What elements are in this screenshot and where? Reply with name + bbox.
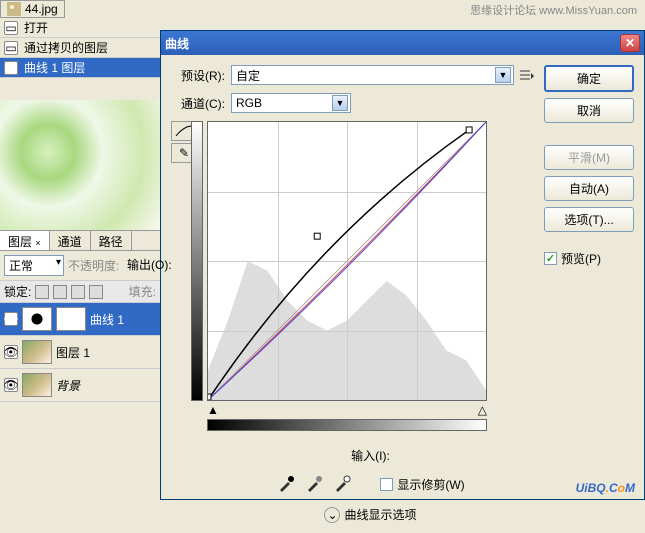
preset-select[interactable]: 自定▼ xyxy=(231,65,514,85)
layer-item[interactable]: 👁 图层 1 xyxy=(0,336,160,369)
layer-item[interactable]: 👁 曲线 1 xyxy=(0,303,160,336)
step-icon: ▭ xyxy=(4,61,18,75)
show-clipping-label: 显示修剪(W) xyxy=(397,476,464,493)
dialog-title: 曲线 xyxy=(165,35,189,52)
chevron-down-icon: ▼ xyxy=(495,67,511,83)
opacity-label: 不透明度: xyxy=(68,257,119,274)
watermark-logo: UiBQ.CoM xyxy=(576,475,635,498)
preview-label: 预览(P) xyxy=(561,250,601,267)
blend-mode-select[interactable]: 正常 xyxy=(4,255,64,276)
dialog-titlebar[interactable]: 曲线 ✕ xyxy=(161,31,644,55)
image-thumb-icon xyxy=(7,2,21,16)
layer-thumb xyxy=(22,340,52,364)
tab-paths[interactable]: 路径 xyxy=(91,231,132,250)
visibility-icon[interactable]: 👁 xyxy=(4,345,18,359)
expand-label[interactable]: 曲线显示选项 xyxy=(344,506,416,523)
output-label: 输出(O): xyxy=(127,256,172,273)
options-button[interactable]: 选项(T)... xyxy=(544,207,634,232)
watermark-text: 思缘设计论坛 www.MissYuan.com xyxy=(470,2,637,18)
lock-position-icon[interactable] xyxy=(71,285,85,299)
auto-button[interactable]: 自动(A) xyxy=(544,176,634,201)
chevron-down-icon: ▼ xyxy=(332,95,348,111)
adjustment-thumb xyxy=(22,307,52,331)
ok-button[interactable]: 确定 xyxy=(544,65,634,92)
history-item[interactable]: ▭通过拷贝的图层 xyxy=(0,38,160,58)
fill-label: 填充: xyxy=(129,283,156,300)
history-item[interactable]: ▭打开 xyxy=(0,18,160,38)
layer-item[interactable]: 👁 背景 xyxy=(0,369,160,402)
close-button[interactable]: ✕ xyxy=(620,34,640,52)
tab-channels[interactable]: 通道 xyxy=(50,231,91,250)
curves-grid[interactable] xyxy=(207,121,487,401)
history-item-selected[interactable]: ▭曲线 1 图层 xyxy=(0,58,160,78)
document-tabs: 44.jpg xyxy=(0,0,65,18)
step-icon: ▭ xyxy=(4,21,18,35)
lock-pixels-icon[interactable] xyxy=(53,285,67,299)
smooth-button[interactable]: 平滑(M) xyxy=(544,145,634,170)
cancel-button[interactable]: 取消 xyxy=(544,98,634,123)
step-icon: ▭ xyxy=(4,41,18,55)
input-label: 输入(I): xyxy=(207,447,534,464)
gray-eyedropper-icon[interactable] xyxy=(304,474,324,494)
tab-layers[interactable]: 图层 × xyxy=(0,231,50,250)
channel-select[interactable]: RGB▼ xyxy=(231,93,351,113)
lock-transparency-icon[interactable] xyxy=(35,285,49,299)
visibility-icon[interactable]: 👁 xyxy=(4,378,18,392)
history-list: ▭打开 ▭通过拷贝的图层 ▭曲线 1 图层 xyxy=(0,18,160,78)
panel-tabs: 图层 × 通道 路径 xyxy=(0,231,160,251)
visibility-icon[interactable]: 👁 xyxy=(4,312,18,326)
white-eyedropper-icon[interactable] xyxy=(332,474,352,494)
preset-label: 预设(R): xyxy=(171,67,225,84)
black-point-slider[interactable]: ▲ xyxy=(207,403,219,417)
output-gradient xyxy=(191,121,203,401)
show-clipping-checkbox[interactable] xyxy=(380,478,393,491)
layer-thumb xyxy=(22,373,52,397)
canvas-preview xyxy=(0,100,160,230)
lock-all-icon[interactable] xyxy=(89,285,103,299)
curves-dialog: 曲线 ✕ 预设(R): 自定▼ 通道(C): RGB▼ ✎ xyxy=(160,30,645,500)
channel-label: 通道(C): xyxy=(171,95,225,112)
lock-label: 锁定: xyxy=(4,283,31,300)
preview-checkbox[interactable]: ✓ xyxy=(544,252,557,265)
mask-thumb xyxy=(56,307,86,331)
black-eyedropper-icon[interactable] xyxy=(276,474,296,494)
white-point-slider[interactable]: △ xyxy=(478,403,487,417)
document-tab[interactable]: 44.jpg xyxy=(0,0,65,18)
input-gradient xyxy=(207,419,487,431)
menu-icon[interactable] xyxy=(520,70,534,80)
expand-icon[interactable]: ⌄ xyxy=(324,507,340,523)
curves-plot xyxy=(208,122,486,400)
tab-filename: 44.jpg xyxy=(25,2,58,16)
